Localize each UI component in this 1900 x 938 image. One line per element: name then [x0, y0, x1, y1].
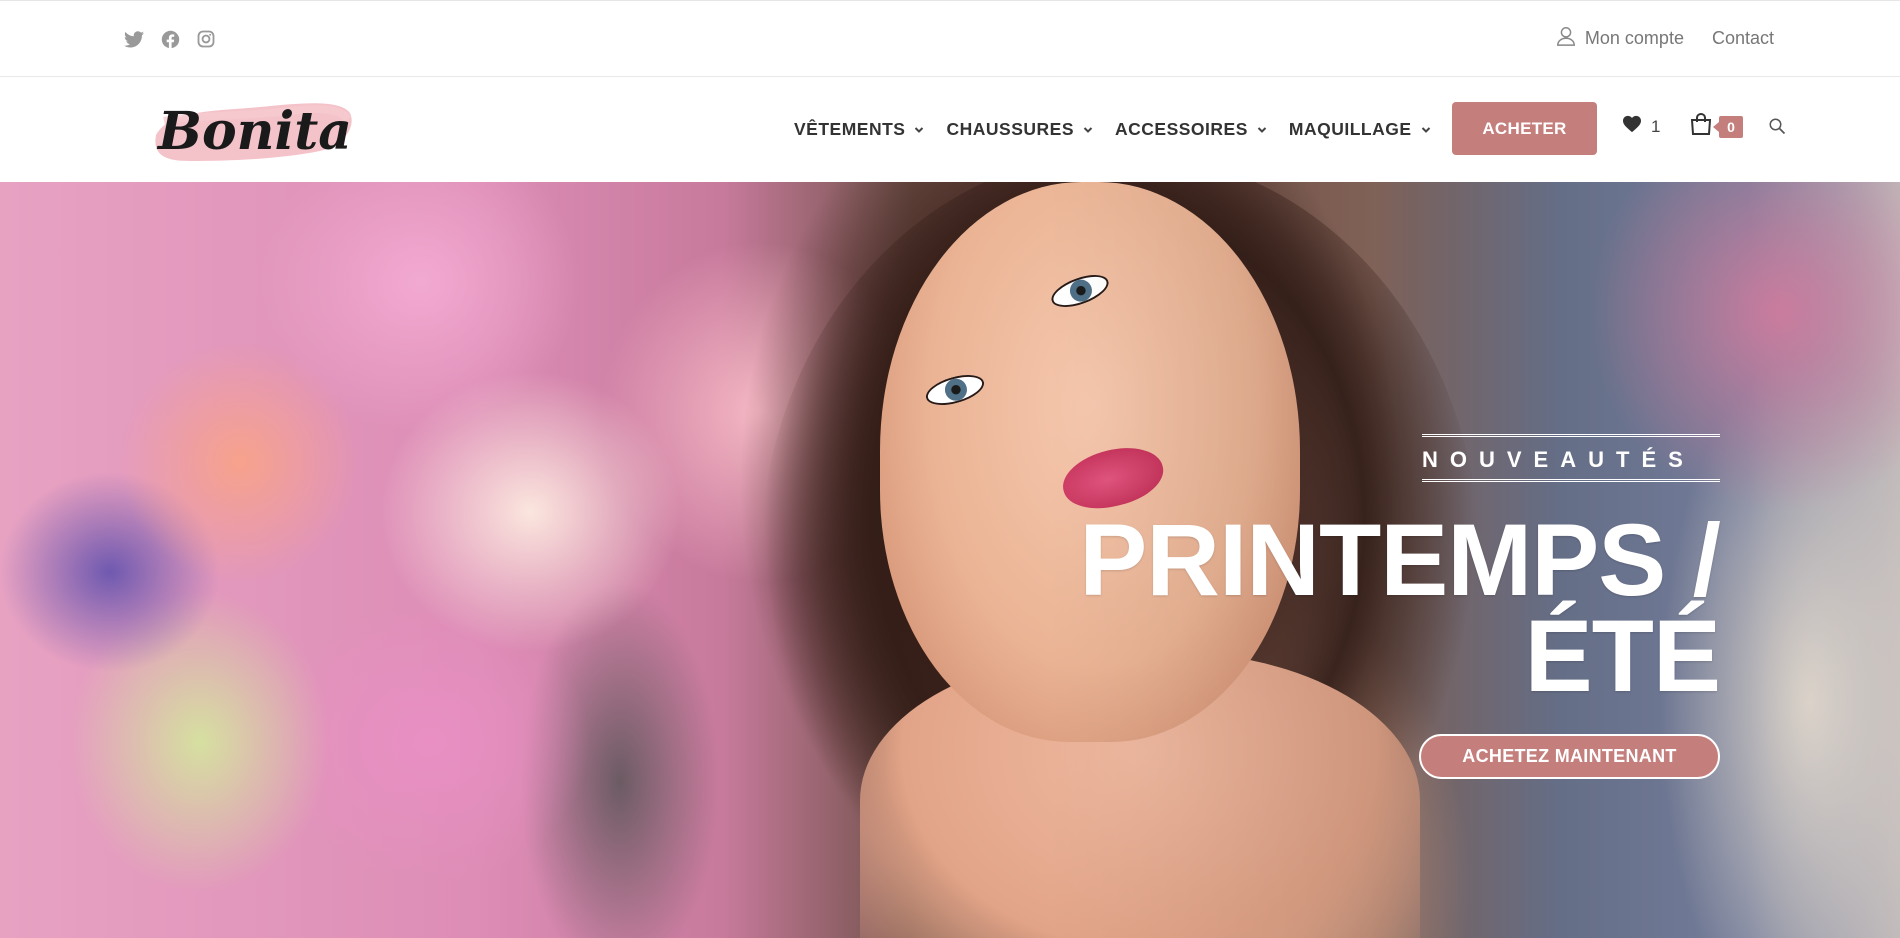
chevron-down-icon — [1083, 125, 1093, 135]
shop-now-button[interactable]: ACHETEZ MAINTENANT — [1419, 734, 1720, 779]
hero-headline-line2: ÉTÉ — [1524, 599, 1721, 713]
hero-kicker-text: NOUVEAUTÉS — [1422, 447, 1695, 472]
wishlist-link[interactable]: 1 — [1622, 115, 1660, 138]
main-nav: VÊTEMENTS CHAUSSURES ACCESSOIRES MAQUILL… — [794, 77, 1453, 182]
wishlist-count: 1 — [1651, 116, 1661, 136]
twitter-icon[interactable] — [123, 28, 145, 50]
instagram-icon[interactable] — [195, 28, 217, 50]
my-account-link[interactable]: Mon compte — [1555, 25, 1684, 52]
hero-kicker: NOUVEAUTÉS — [1422, 434, 1720, 482]
social-links — [123, 28, 217, 50]
facebook-icon[interactable] — [159, 28, 181, 50]
nav-item-label: ACCESSOIRES — [1115, 119, 1248, 139]
chevron-down-icon — [1421, 125, 1431, 135]
search-icon[interactable] — [1768, 117, 1786, 140]
site-logo[interactable]: Bonita — [150, 91, 356, 167]
nav-item-vetements[interactable]: VÊTEMENTS — [794, 119, 924, 140]
user-icon — [1555, 25, 1577, 52]
logo-text: Bonita — [156, 101, 352, 162]
cart-link[interactable]: 0 — [1689, 112, 1743, 141]
nav-item-chaussures[interactable]: CHAUSSURES — [946, 119, 1093, 140]
nav-item-maquillage[interactable]: MAQUILLAGE — [1289, 119, 1431, 140]
chevron-down-icon — [1257, 125, 1267, 135]
hero-content: NOUVEAUTÉS PRINTEMPS / ÉTÉ ACHETEZ MAINT… — [960, 434, 1721, 779]
main-header: Bonita VÊTEMENTS CHAUSSURES ACCESSOIRES … — [0, 77, 1900, 182]
nav-item-label: CHAUSSURES — [946, 119, 1074, 139]
heart-icon — [1622, 115, 1642, 138]
cart-count-badge: 0 — [1713, 115, 1743, 138]
my-account-label: Mon compte — [1584, 28, 1684, 48]
hero-headline: PRINTEMPS / ÉTÉ — [960, 503, 1721, 713]
nav-item-label: VÊTEMENTS — [794, 119, 906, 139]
hero-banner: NOUVEAUTÉS PRINTEMPS / ÉTÉ ACHETEZ MAINT… — [0, 182, 1900, 938]
buy-button[interactable]: ACHETER — [1452, 102, 1597, 155]
account-links: Mon compte Contact — [1555, 25, 1774, 52]
top-bar: Mon compte Contact — [0, 0, 1900, 77]
chevron-down-icon — [914, 125, 924, 135]
nav-item-label: MAQUILLAGE — [1288, 119, 1412, 139]
hero-headline-line1: PRINTEMPS / — [1079, 503, 1721, 617]
nav-item-accessoires[interactable]: ACCESSOIRES — [1115, 119, 1267, 140]
shopping-bag-icon — [1689, 112, 1713, 141]
contact-link[interactable]: Contact — [1712, 28, 1774, 49]
